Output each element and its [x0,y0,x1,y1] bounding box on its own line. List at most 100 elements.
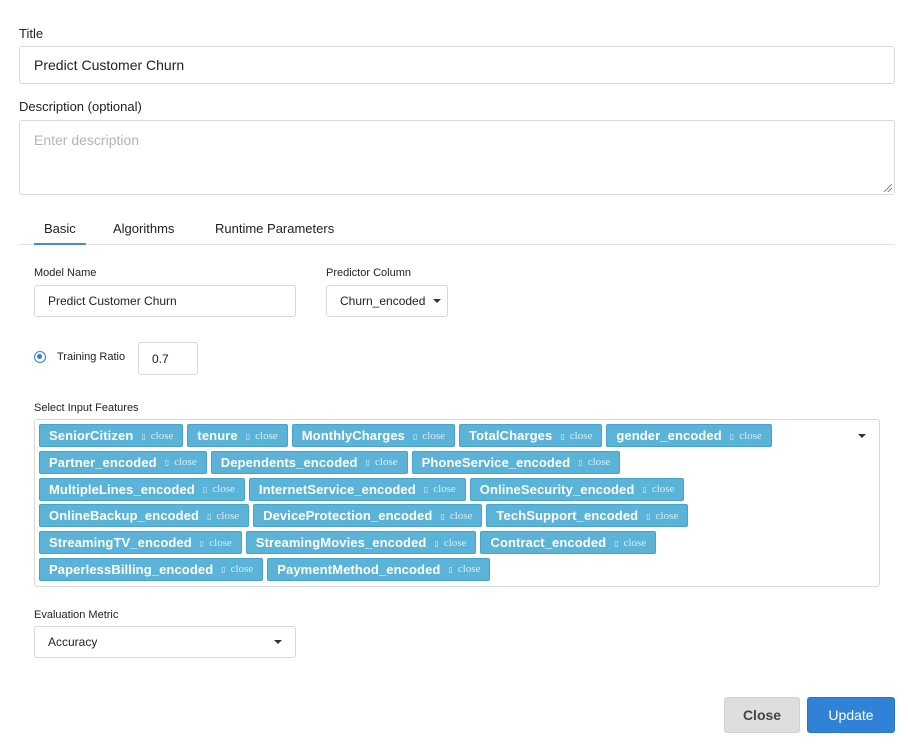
training-ratio-label: Training Ratio [57,351,126,363]
feature-tag-label: MultipleLines_encoded [49,481,195,497]
close-text: close [230,563,254,576]
feature-tag[interactable]: InternetService_encoded ▯ close [248,477,466,501]
remove-tag-close[interactable]: ▯ close [560,430,592,442]
remove-tag-close[interactable]: ▯ close [578,456,610,468]
close-icon: ▯ [642,485,647,495]
close-icon: ▯ [560,431,565,441]
feature-tag[interactable]: Dependents_encoded ▯ close [210,450,408,474]
close-icon: ▯ [448,565,453,575]
feature-tag[interactable]: TotalCharges ▯ close [459,424,603,447]
remove-tag-close[interactable]: ▯ close [203,483,235,495]
update-button[interactable]: Update [807,697,895,733]
title-label: Title [19,26,44,41]
evaluation-metric-select[interactable]: Accuracy [34,626,296,658]
remove-tag-close[interactable]: ▯ close [730,430,762,442]
training-ratio-input[interactable]: 0.7 [138,342,198,375]
feature-tag[interactable]: StreamingTV_encoded ▯ close [39,531,242,555]
close-icon: ▯ [614,538,619,548]
feature-tag-label: Contract_encoded [490,535,607,551]
close-text: close [443,536,467,549]
close-text: close [433,483,456,496]
close-icon: ▯ [423,485,429,495]
feature-tag[interactable]: gender_encoded ▯ close [606,424,772,447]
caret-down-icon [274,640,282,644]
resize-grip-icon[interactable] [884,184,892,192]
remove-tag-close[interactable]: ▯ close [141,430,173,442]
feature-tag[interactable]: Partner_encoded ▯ close [39,450,207,474]
feature-tag-label: Partner_encoded [49,454,157,470]
description-textarea[interactable]: Enter description [19,120,895,195]
close-icon: ▯ [646,511,651,521]
close-text: close [457,563,481,576]
close-text: close [449,509,473,522]
remove-tag-close[interactable]: ▯ close [207,510,239,522]
close-text: close [587,456,611,469]
predictor-column-select[interactable]: Churn_encoded [326,285,448,317]
training-ratio-radio[interactable] [34,351,46,363]
close-text: close [209,536,232,549]
close-icon: ▯ [141,431,146,441]
close-icon: ▯ [440,511,445,521]
tab-algorithms[interactable]: Algorithms [113,214,174,244]
feature-tag-row: MultipleLines_encoded ▯ close InternetServi… [39,477,849,501]
feature-tag-label: TotalCharges [469,428,553,443]
feature-tag[interactable]: tenure ▯ close [187,424,288,447]
close-text: close [150,429,174,442]
tab-runtime-parameters[interactable]: Runtime Parameters [215,214,334,244]
remove-tag-close[interactable]: ▯ close [440,510,472,522]
model-name-value: Predict Customer Churn [48,294,177,308]
close-icon: ▯ [199,538,205,548]
close-text: close [375,456,398,469]
description-label: Description (optional) [19,99,142,114]
feature-tag[interactable]: PaperlessBilling_encoded ▯ close [39,557,264,581]
close-text: close [655,509,679,522]
remove-tag-close[interactable]: ▯ close [614,537,646,549]
feature-tag[interactable]: StreamingMovies_encoded ▯ close [245,531,477,555]
input-features-label: Select Input Features [34,402,139,414]
close-icon: ▯ [202,485,208,495]
feature-tag[interactable]: PaymentMethod_encoded ▯ close [267,557,491,581]
feature-tag-label: DeviceProtection_encoded [263,508,433,524]
title-input-value: Predict Customer Churn [34,57,185,73]
remove-tag-close[interactable]: ▯ close [434,537,466,549]
remove-tag-close[interactable]: ▯ close [246,430,278,442]
title-input[interactable]: Predict Customer Churn [19,46,895,84]
remove-tag-close[interactable]: ▯ close [200,537,232,549]
remove-tag-close[interactable]: ▯ close [424,483,456,495]
model-name-input[interactable]: Predict Customer Churn [34,285,296,317]
feature-tag[interactable]: PhoneService_encoded ▯ close [411,450,621,474]
feature-tag[interactable]: MonthlyCharges ▯ close [291,424,456,447]
close-text: close [739,429,762,442]
feature-tag-row: StreamingTV_encoded ▯ close StreamingMovies… [39,531,849,555]
remove-tag-close[interactable]: ▯ close [165,456,197,468]
feature-tag-label: PaperlessBilling_encoded [49,561,214,577]
close-text: close [216,509,240,522]
remove-tag-close[interactable]: ▯ close [413,430,445,442]
feature-tag[interactable]: DeviceProtection_encoded ▯ close [253,504,483,528]
feature-tag-label: InternetService_encoded [258,481,416,497]
model-name-label: Model Name [34,267,97,279]
feature-tag-row: Partner_encoded ▯ close Dependents_encoded ▯… [39,450,849,474]
feature-tag[interactable]: OnlineBackup_encoded ▯ close [39,504,250,528]
predictor-column-value: Churn_encoded [340,294,426,308]
tab-basic[interactable]: Basic [34,214,86,245]
caret-down-icon[interactable] [858,434,866,438]
feature-tag[interactable]: OnlineSecurity_encoded ▯ close [469,477,685,501]
remove-tag-close[interactable]: ▯ close [646,510,678,522]
close-text: close [422,429,446,442]
feature-tag[interactable]: MultipleLines_encoded ▯ close [39,477,245,501]
evaluation-metric-label: Evaluation Metric [34,609,119,621]
remove-tag-close[interactable]: ▯ close [221,563,253,575]
feature-tag[interactable]: SeniorCitizen ▯ close [39,424,184,447]
description-placeholder: Enter description [34,132,140,148]
close-text: close [651,483,675,496]
remove-tag-close[interactable]: ▯ close [642,483,674,495]
remove-tag-close[interactable]: ▯ close [448,563,480,575]
input-features-multiselect[interactable]: SeniorCitizen ▯ close tenure ▯ close MonthlyCh… [34,419,880,587]
feature-tag-label: SeniorCitizen [49,428,134,443]
feature-tag[interactable]: TechSupport_encoded ▯ close [486,504,689,528]
remove-tag-close[interactable]: ▯ close [366,456,398,468]
feature-tag-row: OnlineBackup_encoded ▯ close DeviceProtecti… [39,504,849,528]
close-button[interactable]: Close [724,697,800,733]
feature-tag[interactable]: Contract_encoded ▯ close [480,531,657,555]
